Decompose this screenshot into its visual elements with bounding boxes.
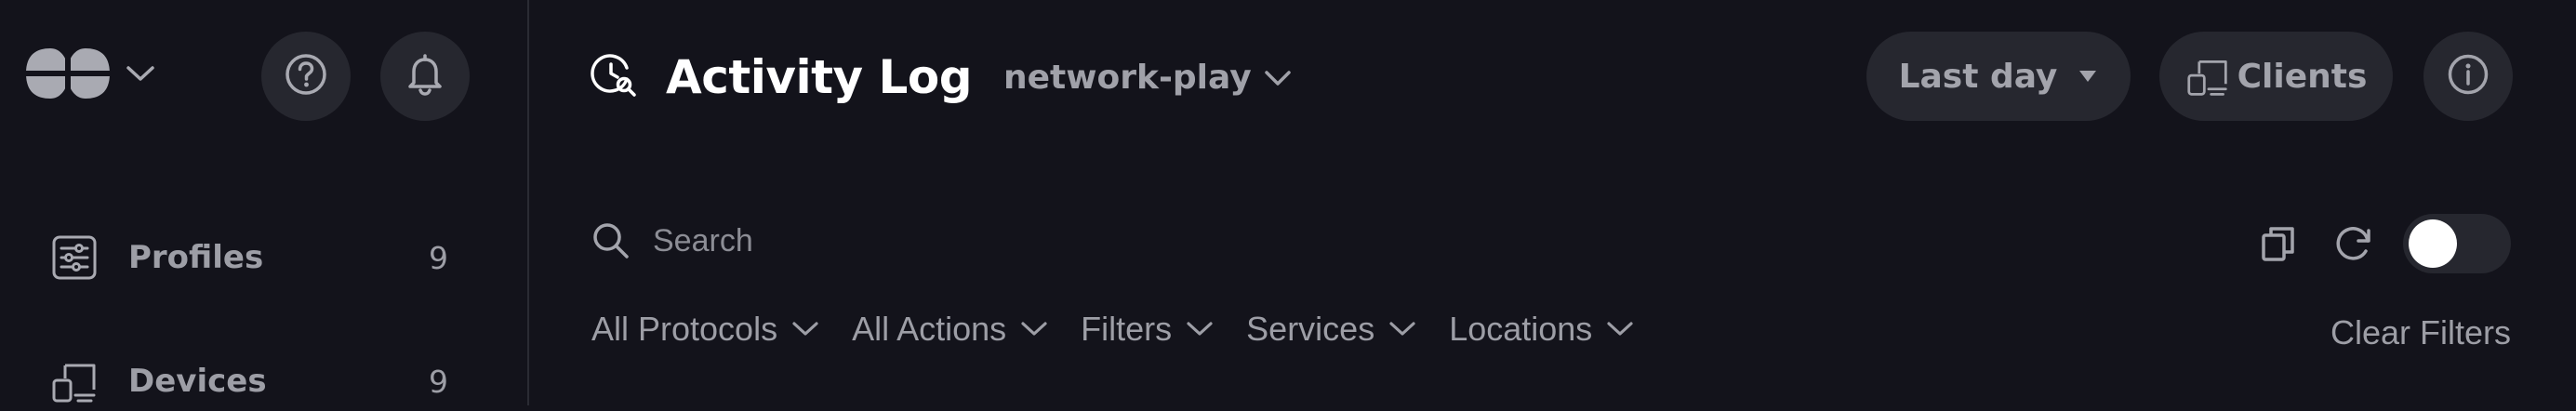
filter-label: Filters — [1081, 310, 1173, 348]
filter-label: Services — [1246, 310, 1375, 348]
toggle-knob — [2409, 219, 2457, 268]
devices-icon — [48, 355, 100, 407]
chevron-down-icon — [1592, 320, 1635, 338]
notifications-button[interactable] — [380, 32, 470, 121]
search-placeholder: Search — [653, 222, 753, 259]
filter-label: All Actions — [852, 310, 1007, 348]
sidebar-item-devices[interactable]: Devices 9 — [48, 351, 448, 411]
page-header: Activity Log network-play — [590, 45, 1293, 110]
devices-icon — [2185, 55, 2230, 98]
workspace-switcher[interactable] — [22, 43, 156, 108]
caret-down-icon — [2078, 69, 2098, 84]
sidebar-item-count: 9 — [429, 363, 448, 400]
sidebar-item-profiles[interactable]: Profiles 9 — [48, 228, 448, 287]
chevron-down-icon — [1374, 320, 1417, 338]
sidebar: Profiles 9 Devices 9 — [0, 0, 529, 405]
info-icon — [2447, 53, 2490, 99]
activity-clock-icon — [590, 51, 638, 103]
project-name: network-play — [1003, 58, 1252, 97]
search-input[interactable]: Search — [591, 221, 753, 260]
chevron-down-icon — [1172, 320, 1215, 338]
filter-label: All Protocols — [591, 310, 778, 348]
toolbar — [2260, 214, 2511, 273]
page-title: Activity Log — [666, 50, 973, 104]
logo-icon — [22, 43, 113, 108]
filter-bar: All Protocols All Actions Filters Servic… — [591, 310, 1666, 349]
sidebar-item-label: Profiles — [128, 239, 264, 276]
filters-filter[interactable]: Filters — [1081, 310, 1215, 349]
help-button[interactable] — [261, 32, 351, 121]
chevron-down-icon — [777, 320, 820, 338]
info-button[interactable] — [2423, 32, 2513, 121]
sliders-icon — [48, 232, 100, 284]
chevron-down-icon — [125, 63, 156, 87]
chevron-down-icon — [1006, 320, 1049, 338]
time-range-label: Last day — [1898, 57, 2058, 96]
services-filter[interactable]: Services — [1246, 310, 1417, 349]
sidebar-item-count: 9 — [429, 239, 448, 276]
filter-label: Locations — [1449, 310, 1593, 348]
help-icon — [284, 52, 328, 100]
clients-label: Clients — [2237, 57, 2368, 96]
chevron-down-icon — [1252, 59, 1293, 97]
actions-filter[interactable]: All Actions — [852, 310, 1049, 349]
project-selector[interactable]: network-play — [1003, 59, 1293, 97]
search-icon — [591, 221, 631, 260]
clients-button[interactable]: Clients — [2159, 32, 2393, 121]
refresh-icon[interactable] — [2332, 222, 2375, 265]
clear-filters-button[interactable]: Clear Filters — [2330, 313, 2511, 352]
copy-icon[interactable] — [2260, 224, 2297, 263]
sidebar-item-label: Devices — [128, 363, 267, 400]
protocols-filter[interactable]: All Protocols — [591, 310, 820, 349]
live-toggle[interactable] — [2403, 214, 2511, 273]
locations-filter[interactable]: Locations — [1449, 310, 1635, 349]
time-range-dropdown[interactable]: Last day — [1866, 32, 2131, 121]
bell-icon — [403, 51, 447, 101]
